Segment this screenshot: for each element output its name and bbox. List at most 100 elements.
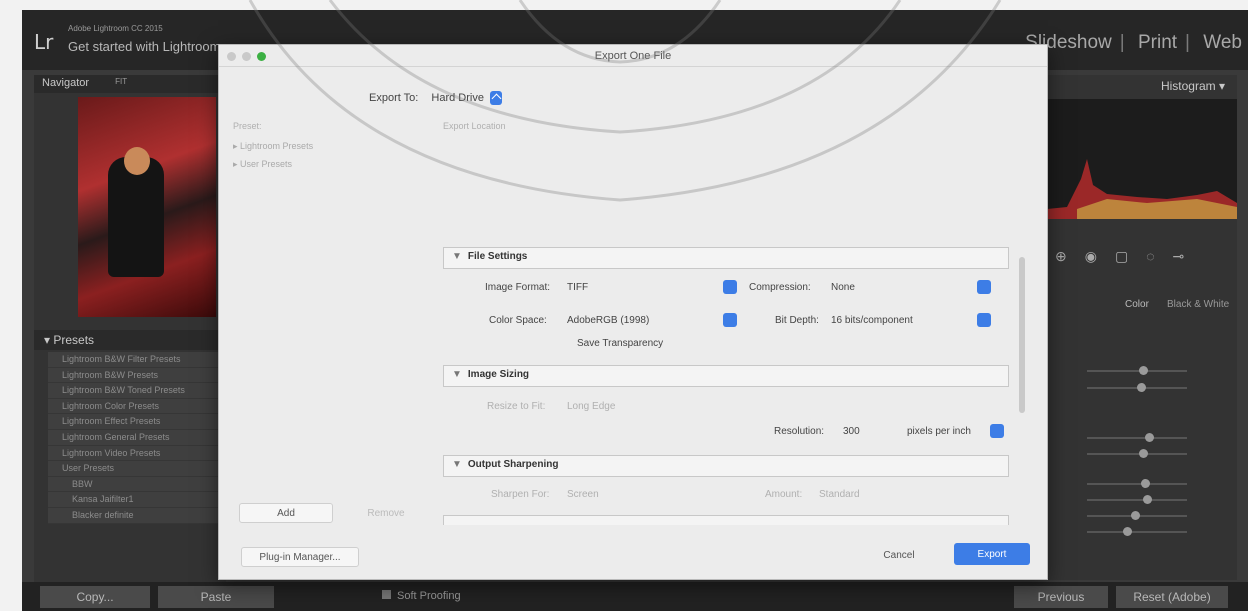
add-preset-button[interactable]: Add (239, 503, 333, 523)
save-transparency-checkbox[interactable]: Save Transparency (577, 338, 663, 349)
resolution-label: Resolution: (774, 426, 825, 437)
tool-strip: ⊕ ◉ ▢ ◌ ⊸ (1055, 245, 1235, 267)
preset-item[interactable]: Kansa Jaifilter1 (48, 492, 226, 508)
soft-proofing-toggle[interactable]: Soft Proofing (382, 590, 461, 602)
module-print[interactable]: Print (1138, 32, 1177, 53)
resolution-unit-popup-arrows-icon[interactable] (990, 424, 1004, 438)
popup-arrows-icon (489, 91, 502, 105)
exposure-slider[interactable] (1087, 433, 1187, 442)
slider-knob[interactable] (1139, 449, 1148, 458)
export-dialog: Export One File Export To: Hard Drive Pr… (218, 44, 1048, 580)
preset-folder[interactable]: Lightroom General Presets (48, 429, 226, 446)
crop-tool-icon[interactable]: ⊕ (1055, 248, 1067, 265)
amount-value[interactable]: Standard (819, 489, 860, 500)
image-format-popup-arrows-icon[interactable] (723, 280, 737, 294)
file-settings-section[interactable]: ▼ File Settings (443, 247, 1009, 269)
preset-folder[interactable]: Lightroom B&W Toned Presets (48, 383, 226, 399)
contrast-slider[interactable] (1087, 449, 1187, 458)
nav-zoom-fit[interactable]: FIT (115, 77, 127, 91)
identity-line-1: Adobe Lightroom CC 2015 (68, 24, 163, 33)
slider-knob[interactable] (1137, 383, 1146, 392)
bottom-toolbar: Copy... Paste Soft Proofing Previous Res… (22, 582, 1248, 611)
color-space-label: Color Space: (489, 315, 547, 326)
histogram-label[interactable]: Histogram ▾ (1161, 79, 1225, 93)
preset-item[interactable]: BBW (48, 476, 226, 493)
resolution-input[interactable]: 300 (843, 426, 860, 437)
red-eye-icon[interactable]: ▢ (1115, 248, 1128, 265)
metadata-section[interactable] (443, 515, 1009, 525)
presets-label: Presets (53, 333, 95, 347)
compression-value[interactable]: None (831, 282, 855, 293)
plugin-manager-button[interactable]: Plug-in Manager... (241, 547, 359, 567)
preset-folder[interactable]: Lightroom Effect Presets (48, 414, 226, 430)
graduated-filter-icon[interactable]: ◌ (1146, 248, 1154, 264)
minimize-dot-icon[interactable] (242, 52, 251, 61)
output-sharpening-section[interactable]: ▼ Output Sharpening (443, 455, 1009, 477)
slider-knob[interactable] (1145, 433, 1154, 442)
preview-subject (108, 157, 164, 277)
preset-folder[interactable]: Lightroom B&W Filter Presets (48, 352, 226, 368)
slider-knob[interactable] (1139, 366, 1148, 375)
navigator-header[interactable]: Navigator FIT (34, 75, 226, 93)
compression-popup-arrows-icon[interactable] (977, 280, 991, 294)
resize-to-fit-value[interactable]: Long Edge (567, 401, 615, 412)
presets-header[interactable]: ▾ Presets (34, 330, 226, 350)
module-web[interactable]: Web (1203, 32, 1242, 53)
module-picker: Slideshow | Print | Web (1019, 32, 1248, 54)
soft-proofing-checkbox[interactable] (382, 590, 391, 599)
previous-button[interactable]: Previous (1014, 586, 1108, 608)
slider-knob[interactable] (1123, 527, 1132, 536)
preset-tree-user[interactable]: ▸ User Presets (233, 159, 313, 170)
slider-knob[interactable] (1131, 511, 1140, 520)
module-separator: | (1119, 32, 1125, 53)
preset-tree-lightroom[interactable]: ▸ Lightroom Presets (233, 141, 313, 152)
bit-depth-value[interactable]: 16 bits/component (831, 315, 913, 326)
export-location-label: Export Location (443, 121, 506, 131)
paste-button[interactable]: Paste (158, 586, 274, 608)
preset-folder[interactable]: Lightroom Color Presets (48, 398, 226, 415)
temp-slider[interactable] (1087, 366, 1187, 375)
spot-removal-icon[interactable]: ◉ (1085, 248, 1097, 265)
preset-folder[interactable]: Lightroom B&W Presets (48, 367, 226, 384)
slider-knob[interactable] (1143, 495, 1152, 504)
reset-button[interactable]: Reset (Adobe) (1116, 586, 1228, 608)
copy-button[interactable]: Copy... (40, 586, 150, 608)
image-format-value[interactable]: TIFF (567, 282, 588, 293)
navigator-label: Navigator (42, 77, 90, 89)
disclosure-triangle-icon: ▼ (452, 369, 462, 380)
right-panel: Histogram ▾ ⊕ ◉ ▢ ◌ ⊸ Color Black & Whit… (1047, 75, 1237, 580)
preset-folder[interactable]: Lightroom Video Presets (48, 445, 226, 462)
export-to-popup[interactable]: Hard Drive (431, 91, 502, 105)
tint-slider[interactable] (1087, 383, 1187, 392)
remove-preset-button[interactable]: Remove (343, 503, 429, 523)
preset-folder[interactable]: User Presets (48, 461, 226, 477)
cancel-button[interactable]: Cancel (869, 545, 929, 565)
bit-depth-popup-arrows-icon[interactable] (977, 313, 991, 327)
sharpen-for-value[interactable]: Screen (567, 489, 599, 500)
preview-face (124, 147, 150, 175)
color-space-value[interactable]: AdobeRGB (1998) (567, 315, 649, 326)
color-tab[interactable]: Color (1125, 299, 1149, 310)
amount-label: Amount: (765, 489, 803, 500)
bw-tab[interactable]: Black & White (1167, 299, 1229, 310)
adjustment-brush-icon[interactable]: ⊸ (1173, 248, 1185, 265)
color-space-popup-arrows-icon[interactable] (723, 313, 737, 327)
image-sizing-section[interactable]: ▼ Image Sizing (443, 365, 1009, 387)
preset-tree: ▸ Lightroom Presets ▸ User Presets (233, 141, 313, 177)
preset-item[interactable]: Blacker definite (48, 507, 226, 524)
close-dot-icon[interactable] (227, 52, 236, 61)
highlights-slider[interactable] (1087, 479, 1187, 488)
histogram-graph (1047, 159, 1237, 219)
shadows-slider[interactable] (1087, 495, 1187, 504)
blacks-slider[interactable] (1087, 527, 1187, 536)
window-controls (227, 52, 266, 61)
dialog-scrollbar[interactable] (1019, 257, 1025, 413)
resolution-unit-value[interactable]: pixels per inch (907, 426, 971, 437)
export-to-row: Export To: Hard Drive (369, 91, 502, 105)
navigator-preview[interactable] (78, 97, 216, 317)
dialog-title: Export One File (219, 45, 1047, 67)
zoom-dot-icon[interactable] (257, 52, 266, 61)
export-button[interactable]: Export (954, 543, 1030, 565)
slider-knob[interactable] (1141, 479, 1150, 488)
whites-slider[interactable] (1087, 511, 1187, 520)
